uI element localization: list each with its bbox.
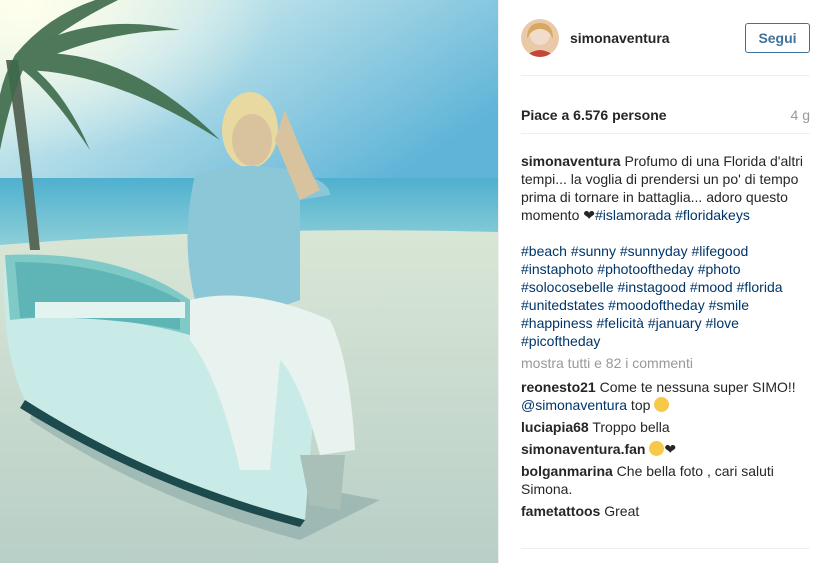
likes-row: Piace a 6.576 persone 4 g [521,76,810,134]
comments-list: simonaventura Profumo di una Florida d'a… [521,134,810,520]
show-all-comments-link[interactable]: mostra tutti e 82 i commenti [521,354,810,372]
comment-text: top [627,397,651,413]
comment-text: Come te nessuna super SIMO!! [595,379,796,395]
comment-text: Troppo bella [588,419,670,435]
heart-emoji: ❤ [583,207,595,223]
add-comment-bar [521,548,810,563]
likes-count[interactable]: Piace a 6.576 persone [521,107,667,123]
follow-button[interactable]: Segui [745,22,810,53]
avatar-image [521,18,559,57]
comment-username[interactable]: reonesto21 [521,379,596,395]
post-side-panel: simonaventura Segui Piace a 6.576 person… [498,0,832,563]
post-photo[interactable] [0,0,498,563]
mention-link[interactable]: @simonaventura [521,397,627,413]
heart-icon: ❤ [664,441,677,457]
caption: simonaventura Profumo di una Florida d'a… [521,152,810,224]
list-item: simonaventura.fan ❤ [521,440,810,458]
list-item: bolganmarina Che bella foto , cari salut… [521,462,810,498]
instagram-post: simonaventura Segui Piace a 6.576 person… [0,0,832,563]
list-item: reonesto21 Come te nessuna super SIMO!! … [521,378,810,414]
post-age[interactable]: 4 g [791,107,810,123]
beach-photo-image [0,0,498,563]
avatar[interactable] [521,18,559,57]
comment-username[interactable]: fametattoos [521,503,600,519]
caption-username[interactable]: simonaventura [521,153,621,169]
post-header: simonaventura Segui [521,0,810,76]
comment-username[interactable]: luciapia68 [521,419,589,435]
comment-username[interactable]: simonaventura.fan [521,441,645,457]
hashtag-link[interactable]: #islamorada [595,207,671,223]
hashtag-link[interactable]: #floridakeys [675,207,750,223]
profile-username[interactable]: simonaventura [570,30,670,46]
list-item: luciapia68 Troppo bella [521,418,810,436]
caption-hashtags[interactable]: #beach #sunny #sunnyday #lifegood #insta… [521,242,810,350]
list-item: fametattoos Great [521,502,810,520]
wink-kiss-emoji-icon [654,397,670,412]
kiss-emoji-icon [649,441,665,456]
comment-username[interactable]: bolganmarina [521,463,613,479]
comment-text: Great [600,503,640,519]
